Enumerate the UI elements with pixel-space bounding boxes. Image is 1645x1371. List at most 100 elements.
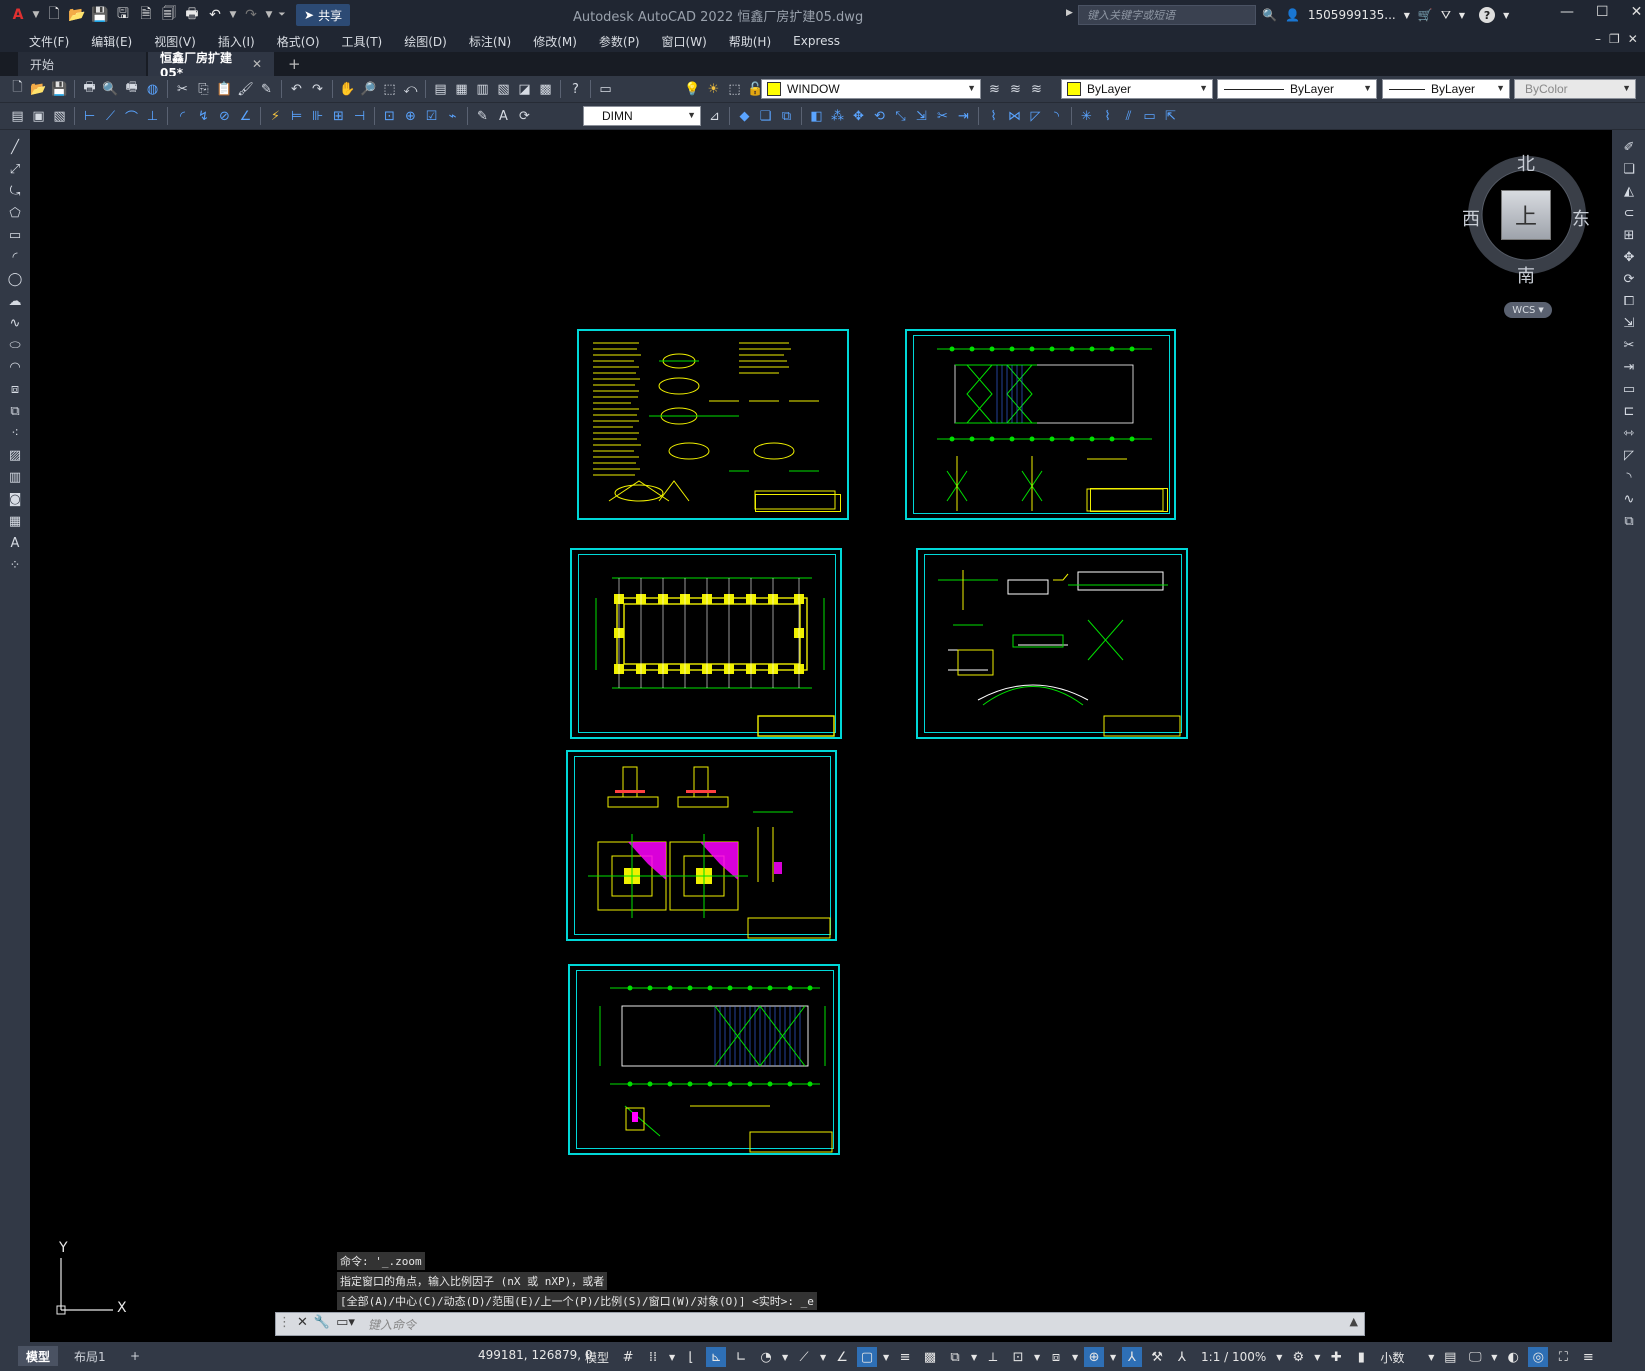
explode-icon[interactable]: ⧉ — [1619, 512, 1639, 530]
dim-continue-icon[interactable]: ⊪ — [308, 107, 327, 126]
dropdown-icon[interactable]: ▼ — [1427, 1347, 1435, 1367]
fillet-icon[interactable]: ◝ — [1619, 468, 1639, 486]
table-icon[interactable]: ▦ — [5, 512, 25, 530]
dropdown-icon[interactable]: ▼ — [1313, 1347, 1321, 1367]
dropdown-icon[interactable]: ▼ — [1490, 1347, 1498, 1367]
doc-close-button[interactable]: ✕ — [1628, 32, 1638, 46]
isolate-objects-icon[interactable]: ◐ — [1503, 1347, 1523, 1367]
point-icon[interactable]: ⁖ — [5, 424, 25, 442]
dim-break-icon[interactable]: ⊣ — [350, 107, 369, 126]
pan-icon[interactable]: ✋ — [338, 80, 357, 99]
erase-icon[interactable]: ◆ — [735, 107, 754, 126]
dropdown-icon[interactable]: ▼ — [668, 1347, 676, 1367]
markup-icon[interactable]: ◪ — [515, 80, 534, 99]
dim-style-manager-icon[interactable]: ⊿ — [705, 107, 724, 126]
dropdown-icon[interactable]: ▼ — [970, 1347, 978, 1367]
dropdown-icon[interactable]: ▼ — [1109, 1347, 1117, 1367]
chamfer-icon[interactable]: ◸ — [1026, 107, 1045, 126]
maximize-button[interactable]: ☐ — [1596, 4, 1609, 20]
viewcube[interactable]: 上 北 南 东 西 — [1462, 150, 1592, 287]
pedit-icon[interactable]: ⫽ — [1119, 107, 1138, 126]
gizmo-icon[interactable]: ⊕ — [1084, 1347, 1105, 1367]
zoom-previous-icon[interactable]: ⤺ — [401, 80, 420, 99]
dropdown-icon[interactable]: ▼ — [1459, 11, 1465, 20]
coordinates-readout[interactable]: 499181, 126879, 0 — [478, 1348, 593, 1362]
command-input[interactable]: 键入命令 — [368, 1316, 416, 1333]
sheet-set-icon[interactable]: ▧ — [494, 80, 513, 99]
search-icon[interactable]: 🔍 — [1262, 8, 1277, 22]
block-editor-icon[interactable]: ✎ — [257, 80, 276, 99]
dropdown-icon[interactable]: ▼ — [1503, 11, 1509, 20]
dropdown-icon[interactable]: ▼ — [1033, 1347, 1041, 1367]
menu-insert[interactable]: 插入(I) — [207, 33, 266, 50]
dimstyle-dropdown[interactable]: DIMN ▼ — [583, 106, 701, 126]
chamfer-icon[interactable]: ◸ — [1619, 446, 1639, 464]
drawing-sheet-1[interactable] — [577, 329, 849, 520]
dropdown-icon[interactable]: ▼ — [882, 1347, 890, 1367]
infer-constraints-icon[interactable]: ⌊ — [681, 1347, 701, 1367]
plot-icon[interactable]: 🖶 — [182, 5, 202, 25]
revision-cloud-icon[interactable]: ☁ — [5, 292, 25, 310]
text-style-icon[interactable]: ▣ — [29, 107, 48, 126]
model-space-button[interactable]: 模型 — [585, 1349, 609, 1366]
join-icon[interactable]: ⇿ — [1619, 424, 1639, 442]
layer-on-bulb-icon[interactable]: 💡 — [683, 80, 702, 99]
stretch-icon[interactable]: ⇲ — [912, 107, 931, 126]
menu-parametric[interactable]: 参数(P) — [588, 33, 651, 50]
dropdown-icon[interactable]: ▼ — [1404, 11, 1410, 20]
ortho-icon[interactable]: ∟ — [731, 1347, 751, 1367]
graphics-performance-icon[interactable]: ◎ — [1528, 1347, 1549, 1367]
menu-edit[interactable]: 编辑(E) — [80, 33, 143, 50]
new-tab-button[interactable]: + — [288, 55, 301, 73]
3d-print-icon[interactable]: ◍ — [143, 80, 162, 99]
transparency-icon[interactable]: ▩ — [920, 1347, 940, 1367]
menu-help[interactable]: 帮助(H) — [718, 33, 782, 50]
dropdown-icon[interactable]: ▼ — [1071, 1347, 1079, 1367]
layer-thaw-sun-icon[interactable]: ☀ — [704, 80, 723, 99]
dim-jogged-icon[interactable]: ↯ — [194, 107, 213, 126]
annotation-scale-icon[interactable]: ⅄ — [1172, 1347, 1192, 1367]
menu-tools[interactable]: 工具(T) — [331, 33, 394, 50]
move-icon[interactable]: ✥ — [1619, 248, 1639, 266]
app-menu-arrow-icon[interactable]: ▼ — [31, 5, 41, 25]
tab-close-icon[interactable]: ✕ — [252, 57, 262, 71]
3d-osnap-icon[interactable]: ⟂ — [983, 1347, 1003, 1367]
help-icon[interactable]: ? — [1479, 7, 1496, 23]
line-icon[interactable]: ╱ — [5, 138, 25, 156]
extend-icon[interactable]: ⇥ — [954, 107, 973, 126]
snap-icon[interactable]: ⁞⁞ — [643, 1347, 663, 1367]
menu-format[interactable]: 格式(O) — [266, 33, 331, 50]
ellipse-arc-icon[interactable]: ◠ — [5, 358, 25, 376]
array-icon[interactable]: ⁂ — [828, 107, 847, 126]
make-current-layer-icon[interactable]: ≋ — [985, 80, 1004, 99]
selection-filter-icon[interactable]: ⧈ — [1046, 1347, 1066, 1367]
units-value[interactable]: 小数 — [1380, 1349, 1404, 1366]
layer-states-icon[interactable]: ≋ — [1027, 80, 1046, 99]
fillet-icon[interactable]: ◝ — [1047, 107, 1066, 126]
linetype-dropdown[interactable]: ByLayer ▼ — [1217, 79, 1377, 99]
copy-object-icon[interactable]: ❏ — [756, 107, 775, 126]
dim-diameter-icon[interactable]: ⊘ — [215, 107, 234, 126]
move-icon[interactable]: ✥ — [849, 107, 868, 126]
polygon-icon[interactable]: ⬠ — [5, 204, 25, 222]
quick-properties-icon[interactable]: ▤ — [1440, 1347, 1460, 1367]
dynamic-ucs-icon[interactable]: ⊡ — [1008, 1347, 1028, 1367]
mirror-icon[interactable]: ⧉ — [777, 107, 796, 126]
add-layout-button[interactable]: + — [122, 1346, 148, 1366]
dim-arc-icon[interactable]: ⌒ — [122, 107, 141, 126]
polyline-icon[interactable]: ⤿ — [5, 182, 25, 200]
array-icon[interactable]: ⊞ — [1619, 226, 1639, 244]
tool-palettes-icon[interactable]: ▥ — [473, 80, 492, 99]
history-up-icon[interactable]: ▲ — [1350, 1315, 1358, 1328]
hatch-icon[interactable]: ▨ — [5, 446, 25, 464]
properties-icon[interactable]: ▤ — [431, 80, 450, 99]
new-file-icon[interactable]: 🗋 — [44, 5, 64, 25]
customize-wrench-icon[interactable]: 🔧 — [314, 1315, 330, 1330]
autocad-logo-icon[interactable]: A — [8, 5, 28, 25]
mirror-icon[interactable]: ◭ — [1619, 182, 1639, 200]
copy-icon[interactable]: ⎘ — [194, 80, 213, 99]
units-icon[interactable]: ▮ — [1351, 1347, 1371, 1367]
share-button[interactable]: ➤ 共享 — [296, 4, 351, 26]
autodesk-a360-icon[interactable]: ⛛ — [1441, 8, 1451, 23]
open-file-icon[interactable]: 📂 — [67, 5, 87, 25]
